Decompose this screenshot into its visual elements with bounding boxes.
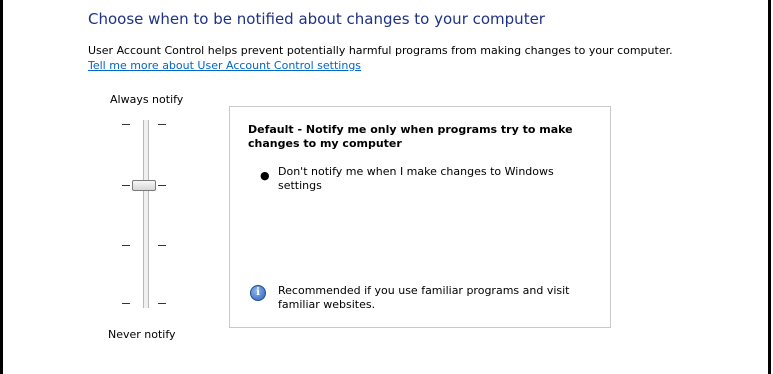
slider-tick xyxy=(158,245,166,246)
slider-bottom-label: Never notify xyxy=(108,328,176,341)
info-icon: i xyxy=(250,285,266,301)
uac-description: User Account Control helps prevent poten… xyxy=(88,44,673,57)
slider-tick xyxy=(158,124,166,125)
slider-tick xyxy=(122,124,130,125)
setting-title: Default - Notify me only when programs t… xyxy=(248,123,573,150)
setting-bullet: Don't notify me when I make changes to W… xyxy=(278,165,554,192)
slider-track[interactable] xyxy=(143,120,149,308)
window-border-left xyxy=(0,0,3,374)
slider-tick xyxy=(122,303,130,304)
window-border-right xyxy=(768,0,771,374)
slider-tick xyxy=(158,185,166,186)
slider-tick xyxy=(122,185,130,186)
bullet-icon: ● xyxy=(260,169,270,182)
uac-help-link[interactable]: Tell me more about User Account Control … xyxy=(88,59,361,72)
slider-top-label: Always notify xyxy=(110,93,184,106)
page-title: Choose when to be notified about changes… xyxy=(88,10,545,28)
slider-tick xyxy=(158,303,166,304)
slider-thumb[interactable] xyxy=(132,180,156,191)
notify-level-slider[interactable] xyxy=(118,118,168,310)
slider-tick xyxy=(122,245,130,246)
recommendation-note: Recommended if you use familiar programs… xyxy=(278,284,570,311)
setting-description-panel: Default - Notify me only when programs t… xyxy=(229,106,611,328)
